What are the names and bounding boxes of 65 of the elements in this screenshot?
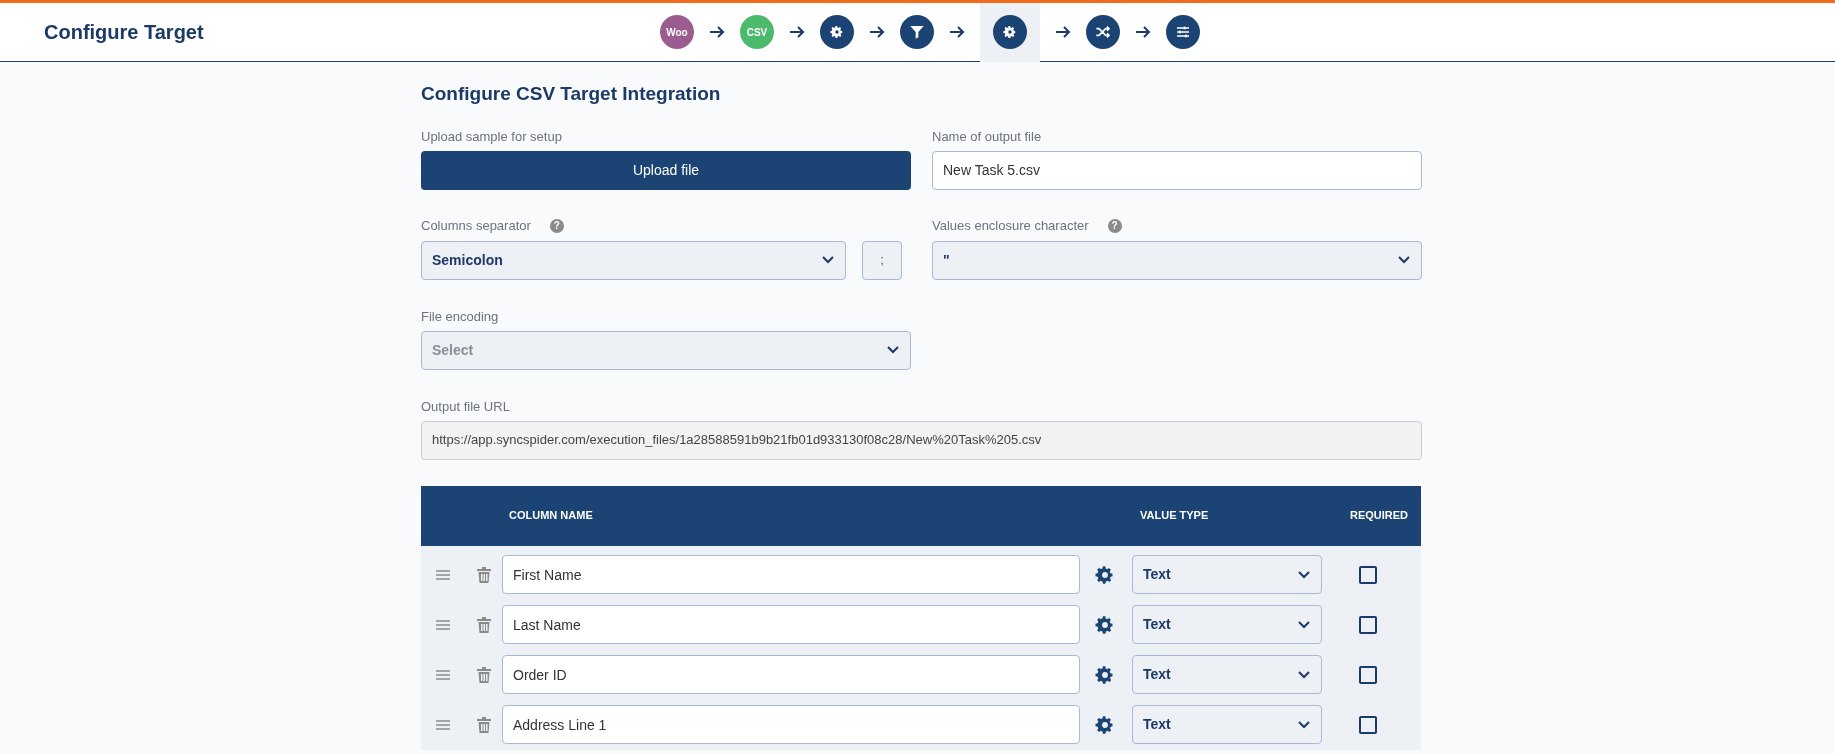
- gear-icon[interactable]: [1095, 714, 1115, 735]
- field-label: Columns separator: [421, 216, 531, 235]
- required-checkbox[interactable]: [1359, 715, 1377, 734]
- page-title: Configure Target: [44, 20, 204, 45]
- field-label: Values enclosure character: [932, 216, 1089, 235]
- chevron-down-icon: [1297, 719, 1311, 730]
- gear-icon[interactable]: [1095, 614, 1115, 635]
- column-header: REQUIRED: [1350, 508, 1409, 524]
- step-button[interactable]: [820, 15, 854, 49]
- trash-icon[interactable]: [477, 566, 491, 583]
- step-badge[interactable]: Woo: [660, 15, 694, 49]
- sliders-icon: [1175, 24, 1191, 40]
- arrow-right-icon: [1055, 25, 1071, 39]
- chevron-down-icon: [1297, 569, 1311, 580]
- gear-icon[interactable]: [1095, 564, 1115, 585]
- chevron-down-icon: [1397, 255, 1411, 265]
- drag-handle-icon[interactable]: [436, 719, 450, 730]
- field-label: Name of output file: [932, 127, 1043, 145]
- drag-handle-icon[interactable]: [436, 619, 450, 630]
- arrow-right-icon: [789, 25, 805, 39]
- chevron-down-icon: [886, 345, 900, 355]
- trash-icon[interactable]: [477, 616, 491, 633]
- step-button[interactable]: [993, 15, 1027, 49]
- field-label: File encoding: [421, 307, 500, 325]
- required-checkbox[interactable]: [1359, 665, 1377, 684]
- separator-select[interactable]: Semicolon: [421, 240, 846, 280]
- step-button[interactable]: [900, 15, 934, 49]
- field-label: Output file URL: [421, 397, 511, 415]
- required-checkbox[interactable]: [1359, 565, 1377, 584]
- column-name-field[interactable]: Order ID: [502, 655, 1080, 694]
- gear-icon: [830, 25, 844, 39]
- enclosure-select[interactable]: ": [932, 240, 1422, 280]
- field-label: Upload sample for setup: [421, 127, 563, 145]
- gear-icon[interactable]: [1095, 664, 1115, 685]
- drag-handle-icon[interactable]: [436, 669, 450, 680]
- arrow-right-icon: [949, 25, 965, 39]
- trash-icon[interactable]: [477, 716, 491, 733]
- separator-char-field[interactable]: ;: [862, 240, 902, 280]
- value-type-select[interactable]: Text: [1132, 655, 1322, 694]
- file-name-field[interactable]: New Task 5.csv: [932, 150, 1422, 190]
- upload-button[interactable]: Upload file: [421, 150, 911, 190]
- value-type-select[interactable]: Text: [1132, 705, 1322, 744]
- column-name-field[interactable]: Last Name: [502, 605, 1080, 644]
- column-name-field[interactable]: First Name: [502, 555, 1080, 594]
- column-header: VALUE TYPE: [1140, 508, 1210, 524]
- arrow-right-icon: [869, 25, 885, 39]
- step-button[interactable]: [1086, 15, 1120, 49]
- drag-handle-icon[interactable]: [436, 569, 450, 580]
- arrow-right-icon: [1135, 25, 1151, 39]
- chevron-down-icon: [1297, 619, 1311, 630]
- column-header: COLUMN NAME: [509, 508, 594, 524]
- value-type-select[interactable]: Text: [1132, 605, 1322, 644]
- chevron-down-icon: [1297, 669, 1311, 680]
- required-checkbox[interactable]: [1359, 615, 1377, 634]
- gear-icon: [1003, 25, 1017, 39]
- step-button[interactable]: [1166, 15, 1200, 49]
- value-type-select[interactable]: Text: [1132, 555, 1322, 594]
- column-name-field[interactable]: Address Line 1: [502, 705, 1080, 744]
- url-field[interactable]: https://app.syncspider.com/execution_files/1a28588591b9b21fb01d933130f08c28/New%20Task%205.csv: [421, 420, 1422, 460]
- arrow-right-icon: [709, 25, 725, 39]
- trash-icon[interactable]: [477, 666, 491, 683]
- section-heading: Configure CSV Target Integration: [421, 82, 722, 106]
- shuffle-icon: [1095, 24, 1111, 40]
- chevron-down-icon: [821, 255, 835, 265]
- filter-icon: [909, 24, 925, 40]
